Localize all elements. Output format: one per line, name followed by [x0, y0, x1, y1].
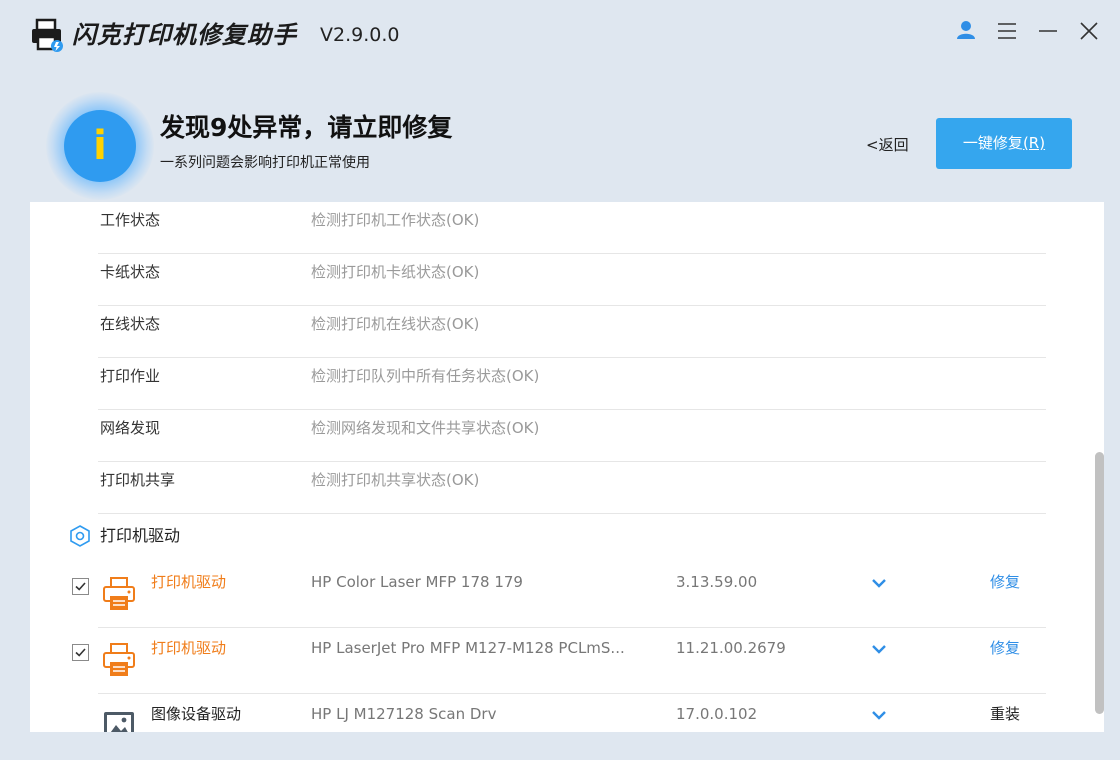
title-bar: 闪克打印机修复助手 V2.9.0.0	[0, 0, 1120, 70]
driver-version: 17.0.0.102	[676, 705, 758, 723]
driver-section-label: 打印机驱动	[100, 526, 181, 545]
app-version: V2.9.0.0	[320, 24, 400, 46]
status-name: 工作状态	[100, 211, 161, 229]
driver-type: 打印机驱动	[151, 573, 227, 591]
image-device-icon	[104, 712, 134, 732]
status-row-print-jobs: 打印作业 检测打印队列中所有任务状态(OK)	[98, 358, 1046, 410]
result-headline: 发现9处异常，请立即修复	[160, 113, 453, 142]
hexagon-icon	[70, 525, 90, 547]
menu-icon[interactable]	[994, 18, 1020, 44]
close-icon[interactable]	[1076, 18, 1102, 44]
status-name: 打印作业	[100, 367, 161, 385]
driver-repair-button[interactable]: 修复	[990, 628, 1020, 694]
status-row-paper-jam: 卡纸状态 检测打印机卡纸状态(OK)	[98, 254, 1046, 306]
status-row-printer-sharing: 打印机共享 检测打印机共享状态(OK)	[98, 462, 1046, 514]
driver-row: 打印机驱动 HP LaserJet Pro MFP M127-M128 PCLm…	[72, 628, 1046, 694]
printer-icon	[103, 577, 135, 610]
driver-version: 3.13.59.00	[676, 573, 758, 591]
driver-reinstall-button[interactable]: 重装	[990, 694, 1020, 732]
user-icon[interactable]	[953, 18, 979, 44]
status-desc: 检测打印机卡纸状态(OK)	[311, 263, 480, 281]
app-logo-icon	[32, 18, 63, 52]
result-header: i 发现9处异常，请立即修复 一系列问题会影响打印机正常使用 <返回 一键修复(…	[0, 70, 1120, 202]
driver-repair-button[interactable]: 修复	[990, 562, 1020, 628]
app-title: 闪克打印机修复助手	[72, 21, 297, 49]
driver-name: HP LJ M127128 Scan Drv	[311, 705, 497, 723]
status-desc: 检测打印机在线状态(OK)	[311, 315, 480, 333]
status-name: 卡纸状态	[100, 263, 161, 281]
driver-type: 打印机驱动	[151, 639, 227, 657]
driver-checkbox[interactable]	[72, 644, 89, 661]
driver-checkbox[interactable]	[72, 578, 89, 595]
driver-type: 图像设备驱动	[151, 705, 242, 723]
status-row-online: 在线状态 检测打印机在线状态(OK)	[98, 306, 1046, 358]
minimize-icon[interactable]	[1035, 18, 1061, 44]
scrollbar-thumb[interactable]	[1095, 452, 1104, 714]
status-desc: 检测打印队列中所有任务状态(OK)	[311, 367, 540, 385]
driver-version: 11.21.00.2679	[676, 639, 786, 657]
chevron-down-icon[interactable]	[870, 574, 888, 592]
driver-row: 图像设备驱动 HP LJ M127128 Scan Drv 17.0.0.102…	[98, 694, 1046, 732]
status-desc: 检测打印机工作状态(OK)	[311, 211, 480, 229]
repair-all-hotkey: (R)	[1022, 134, 1046, 152]
status-name: 网络发现	[100, 419, 161, 437]
chevron-down-icon[interactable]	[870, 706, 888, 724]
driver-name: HP Color Laser MFP 178 179	[311, 573, 523, 591]
check-results-list: 工作状态 检测打印机工作状态(OK) 卡纸状态 检测打印机卡纸状态(OK) 在线…	[30, 202, 1104, 732]
status-row-network-discovery: 网络发现 检测网络发现和文件共享状态(OK)	[98, 410, 1046, 462]
status-row-work: 工作状态 检测打印机工作状态(OK)	[98, 202, 1046, 254]
status-name: 在线状态	[100, 315, 161, 333]
status-desc: 检测网络发现和文件共享状态(OK)	[311, 419, 540, 437]
printer-icon	[103, 643, 135, 676]
status-name: 打印机共享	[100, 471, 176, 489]
result-subline: 一系列问题会影响打印机正常使用	[160, 155, 370, 171]
info-alert-icon: i	[64, 110, 136, 182]
driver-row: 打印机驱动 HP Color Laser MFP 178 179 3.13.59…	[72, 562, 1046, 628]
driver-name: HP LaserJet Pro MFP M127-M128 PCLmS...	[311, 639, 625, 657]
repair-all-button[interactable]: 一键修复(R)	[936, 118, 1072, 169]
status-desc: 检测打印机共享状态(OK)	[311, 471, 480, 489]
chevron-down-icon[interactable]	[870, 640, 888, 658]
repair-all-label: 一键修复	[962, 134, 1023, 152]
back-link[interactable]: <返回	[866, 134, 909, 155]
